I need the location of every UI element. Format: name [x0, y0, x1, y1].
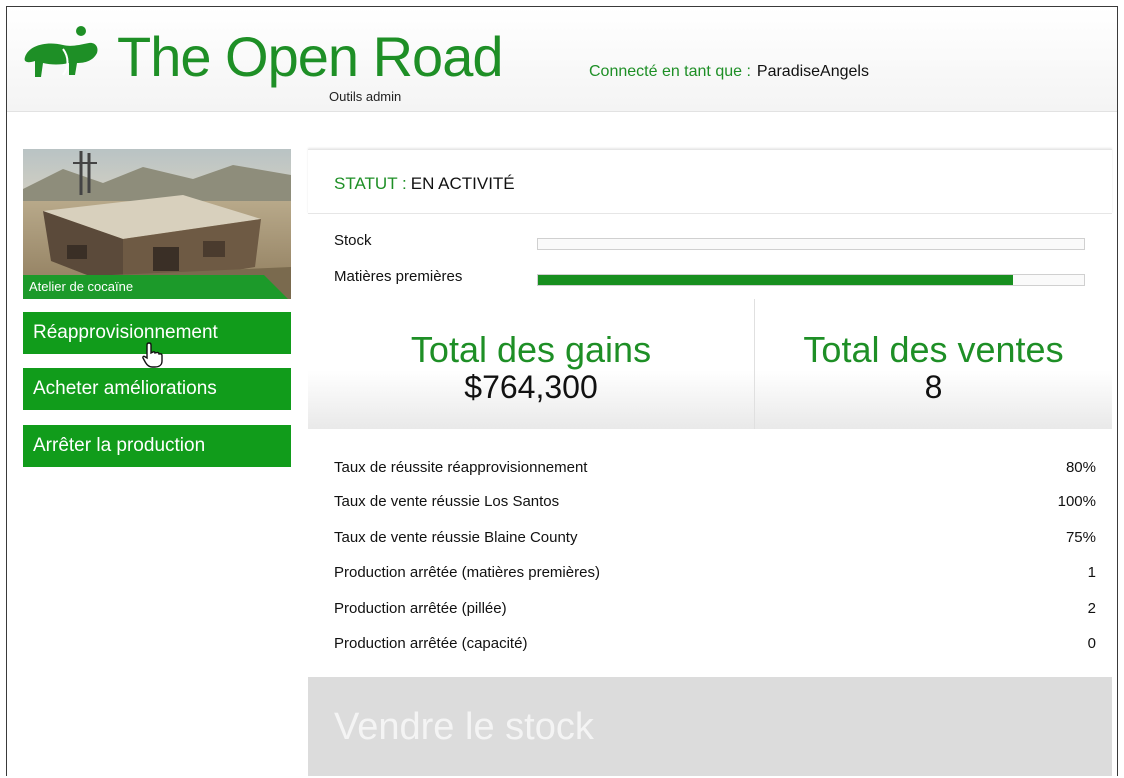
sell-stock-button[interactable]: Vendre le stock [308, 677, 1112, 776]
stat-value: 2 [1087, 600, 1096, 617]
status-panel: STATUT : EN ACTIVITÉ [308, 149, 1112, 214]
stat-label: Taux de vente réussie Blaine County [334, 529, 578, 546]
hand-pointer-icon [142, 342, 163, 368]
business-image: Atelier de cocaïne [23, 149, 291, 299]
stat-label: Production arrêtée (matières premières) [334, 564, 600, 581]
totals-panel: Total des gains $764,300 Total des vente… [308, 299, 1112, 429]
stat-value: 0 [1087, 635, 1096, 652]
status-value: EN ACTIVITÉ [410, 174, 515, 193]
stat-value: 1 [1087, 564, 1096, 581]
business-label-corner [264, 275, 288, 299]
raw-materials-bar [537, 274, 1085, 286]
stat-label: Production arrêtée (pillée) [334, 600, 507, 617]
stock-label: Stock [334, 232, 372, 249]
total-sales-value: 8 [924, 369, 943, 405]
stat-row: Production arrêtée (capacité) 0 [334, 635, 1096, 663]
stats-panel: Taux de réussite réapprovisionnement 80%… [308, 443, 1112, 677]
stat-row: Taux de vente réussie Los Santos 100% [334, 493, 1096, 521]
stock-bar [537, 238, 1085, 250]
stat-row: Production arrêtée (pillée) 2 [334, 600, 1096, 628]
stat-label: Taux de réussite réapprovisionnement [334, 459, 588, 476]
motorcycle-logo-icon [24, 26, 98, 77]
stop-production-button[interactable]: Arrêter la production [23, 425, 291, 467]
stat-value: 80% [1065, 459, 1096, 476]
buy-upgrades-button[interactable]: Acheter améliorations [23, 368, 291, 410]
raw-materials-bar-fill [538, 275, 1014, 285]
stat-row: Production arrêtée (matières premières) … [334, 564, 1096, 592]
status-key: STATUT : [334, 174, 407, 193]
brand-title: The Open Road [117, 25, 503, 88]
username: ParadiseAngels [756, 63, 869, 80]
stat-value: 100% [1057, 493, 1096, 510]
connected-as: Connecté en tant que : ParadiseAngels [589, 63, 869, 81]
header: The Open Road Outils admin Connecté en t… [7, 7, 1117, 112]
stat-label: Taux de vente réussie Los Santos [334, 493, 560, 510]
stat-row: Taux de vente réussie Blaine County 75% [334, 529, 1096, 557]
business-label: Atelier de cocaïne [23, 275, 264, 299]
total-earnings-value: $764,300 [464, 369, 598, 405]
total-earnings-title: Total des gains [410, 329, 652, 370]
brand-subtitle: Outils admin [329, 89, 402, 104]
status-line: STATUT : EN ACTIVITÉ [334, 174, 515, 194]
stat-row: Taux de réussite réapprovisionnement 80% [334, 459, 1096, 487]
stock-bars-panel: Stock Matières premières [308, 213, 1112, 301]
stat-label: Production arrêtée (capacité) [334, 635, 528, 652]
raw-materials-label: Matières premières [334, 268, 463, 285]
app-window: The Open Road Outils admin Connecté en t… [6, 6, 1118, 776]
stat-value: 75% [1065, 529, 1096, 546]
total-sales-title: Total des ventes [803, 329, 1064, 370]
connected-label: Connecté en tant que : [589, 63, 751, 80]
